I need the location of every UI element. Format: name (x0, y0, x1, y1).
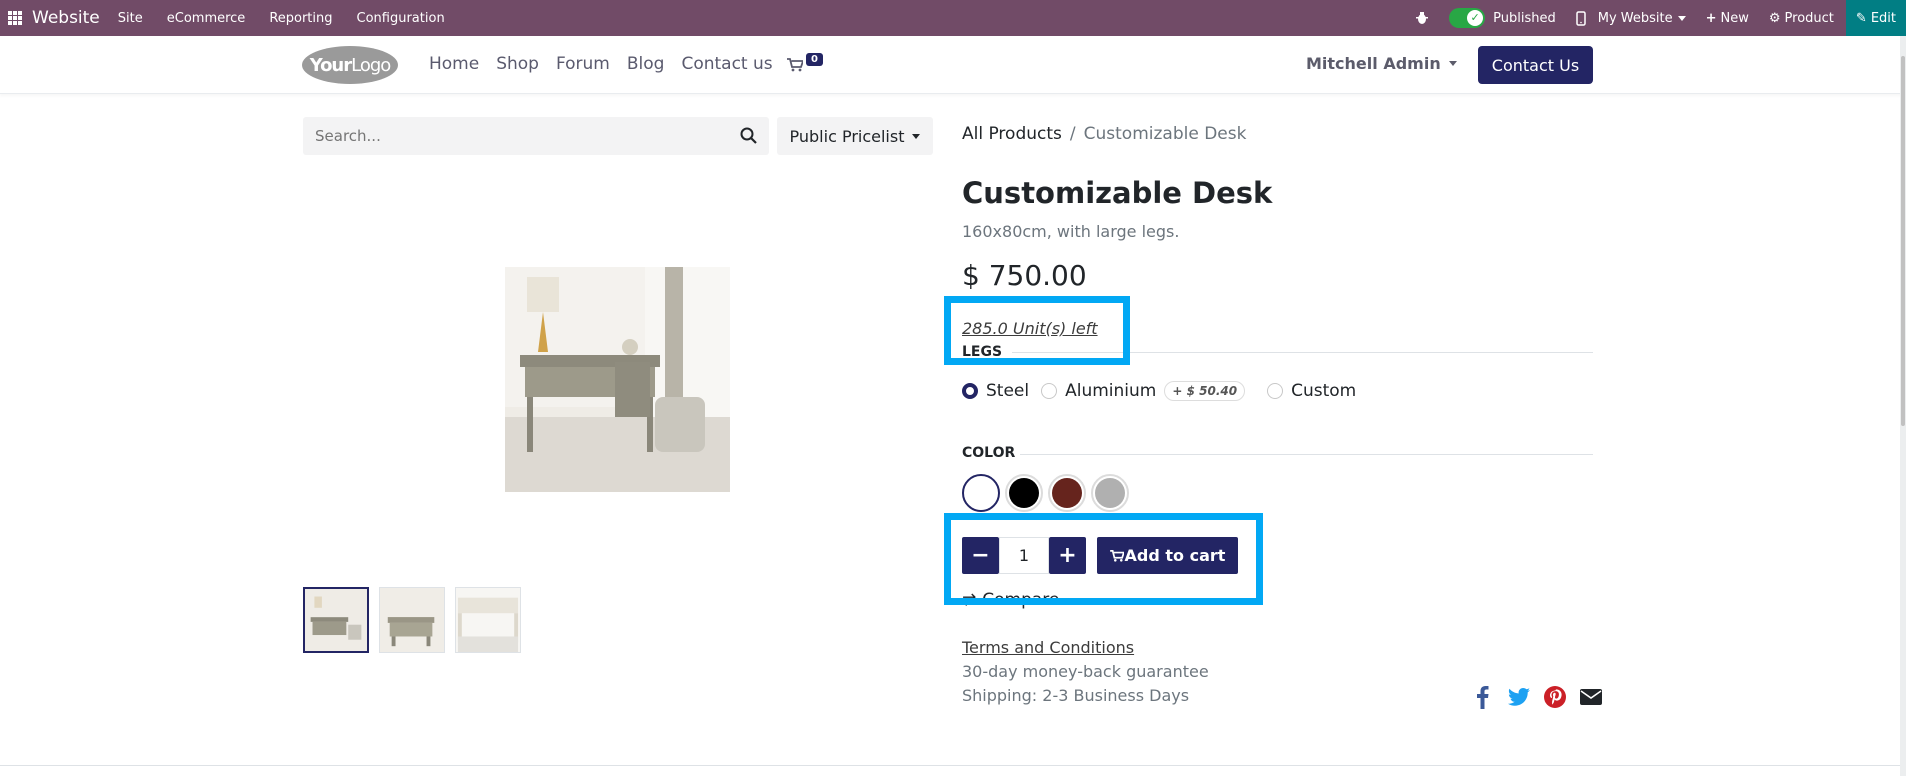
facebook-icon[interactable] (1470, 684, 1496, 710)
product-label: Product (1784, 10, 1834, 26)
legs-option-label: Steel (986, 381, 1030, 401)
color-swatches (962, 474, 1134, 512)
breadcrumb-separator: / (1069, 124, 1076, 144)
caret-down-icon (1677, 15, 1686, 21)
highlight-box (944, 513, 1263, 605)
email-icon[interactable] (1578, 684, 1604, 710)
website-switcher[interactable]: My Website (1598, 11, 1686, 26)
mobile-preview-icon[interactable] (1576, 10, 1586, 26)
admin-menu-ecommerce[interactable]: eCommerce (167, 11, 246, 26)
radio-icon[interactable] (1041, 383, 1058, 399)
scrollbar-thumb[interactable] (1901, 56, 1905, 426)
product-title: Customizable Desk (962, 176, 1273, 210)
new-label: New (1720, 10, 1749, 26)
terms-and-conditions-link[interactable]: Terms and Conditions (962, 638, 1134, 657)
edit-label: Edit (1870, 10, 1896, 26)
footer-divider (0, 765, 1906, 766)
legs-option-label: Custom (1291, 381, 1357, 401)
radio-icon[interactable] (1267, 383, 1284, 399)
pricelist-dropdown[interactable]: Public Pricelist (777, 117, 933, 155)
main-nav: Home Shop Forum Blog Contact us (429, 54, 790, 74)
page-scrollbar[interactable] (1900, 36, 1906, 776)
product-main-image (505, 267, 730, 492)
highlight-box (944, 296, 1130, 365)
product-thumbnail[interactable] (303, 587, 369, 653)
product-description: 160x80cm, with large legs. (962, 222, 1180, 241)
twitter-icon[interactable] (1506, 684, 1532, 710)
color-swatch-black[interactable] (1005, 474, 1043, 512)
caret-down-icon (912, 133, 921, 139)
legs-options: Steel Aluminium + $ 50.40 Custom (962, 381, 1368, 401)
color-attribute-title: COLOR (962, 445, 1016, 461)
bug-icon[interactable] (1415, 11, 1429, 25)
nav-blog[interactable]: Blog (627, 54, 665, 74)
legs-option-label: Aluminium (1065, 381, 1157, 401)
radio-selected-icon[interactable] (962, 383, 978, 399)
shopping-cart-icon (787, 58, 803, 72)
site-logo[interactable]: Your Logo (302, 46, 398, 84)
color-swatch-white[interactable] (962, 474, 1000, 512)
admin-brand[interactable]: Website (32, 8, 100, 28)
publish-toggle[interactable]: ✓ Published (1449, 8, 1556, 28)
user-menu[interactable]: Mitchell Admin (1306, 54, 1457, 73)
nav-contact-us[interactable]: Contact us (681, 54, 772, 74)
cart-count-badge: 0 (806, 53, 823, 66)
product-thumbnail[interactable] (455, 587, 521, 653)
search-icon[interactable] (740, 127, 757, 148)
site-header: Your Logo Home Shop Forum Blog Contact us… (0, 36, 1906, 94)
new-button[interactable]: + New (1706, 11, 1749, 26)
logo-text-light: Logo (351, 54, 391, 76)
nav-shop[interactable]: Shop (496, 54, 539, 74)
product-settings-button[interactable]: ⚙ Product (1769, 11, 1834, 26)
gear-icon: ⚙ (1768, 10, 1781, 26)
product-search-box (303, 117, 769, 155)
user-name: Mitchell Admin (1306, 54, 1441, 73)
caret-down-icon (1448, 61, 1457, 66)
legs-option-custom[interactable]: Custom (1267, 381, 1356, 401)
plus-icon: + (1705, 10, 1717, 26)
legs-option-steel[interactable]: Steel (962, 381, 1029, 401)
legs-option-aluminium[interactable]: Aluminium + $ 50.40 (1041, 381, 1246, 401)
pencil-icon: ✎ (1855, 10, 1867, 26)
color-swatch-brown[interactable] (1048, 474, 1086, 512)
admin-menu-reporting[interactable]: Reporting (269, 11, 332, 26)
contact-us-button[interactable]: Contact Us (1478, 46, 1593, 84)
breadcrumb: All Products / Customizable Desk (962, 124, 1246, 144)
product-price: $ 750.00 (962, 259, 1087, 292)
search-input[interactable] (315, 127, 715, 145)
nav-forum[interactable]: Forum (556, 54, 610, 74)
nav-home[interactable]: Home (429, 54, 479, 74)
admin-menu-configuration[interactable]: Configuration (357, 11, 445, 26)
breadcrumb-current: Customizable Desk (1083, 124, 1247, 144)
shipping-text: Shipping: 2-3 Business Days (962, 686, 1190, 705)
pricelist-label: Public Pricelist (789, 126, 905, 146)
breadcrumb-all-products[interactable]: All Products (962, 124, 1062, 144)
pinterest-icon[interactable] (1542, 684, 1568, 710)
apps-grid-icon[interactable] (8, 11, 22, 25)
divider (1020, 454, 1593, 455)
product-thumbnail[interactable] (379, 587, 445, 653)
check-icon: ✓ (1467, 10, 1484, 26)
color-swatch-grey[interactable] (1091, 474, 1129, 512)
website-switcher-label: My Website (1597, 10, 1673, 26)
edit-button[interactable]: ✎ Edit (1845, 0, 1906, 36)
price-extra-badge: + $ 50.40 (1164, 381, 1246, 401)
published-label: Published (1493, 10, 1556, 26)
guarantee-text: 30-day money-back guarantee (962, 662, 1209, 681)
admin-menu-site[interactable]: Site (118, 11, 143, 26)
social-share (1460, 684, 1604, 710)
toggle-switch[interactable]: ✓ (1449, 8, 1486, 28)
logo-text-bold: Your (309, 54, 352, 76)
cart-link[interactable]: 0 (787, 53, 823, 78)
admin-navbar: Website Site eCommerce Reporting Configu… (0, 0, 1906, 36)
